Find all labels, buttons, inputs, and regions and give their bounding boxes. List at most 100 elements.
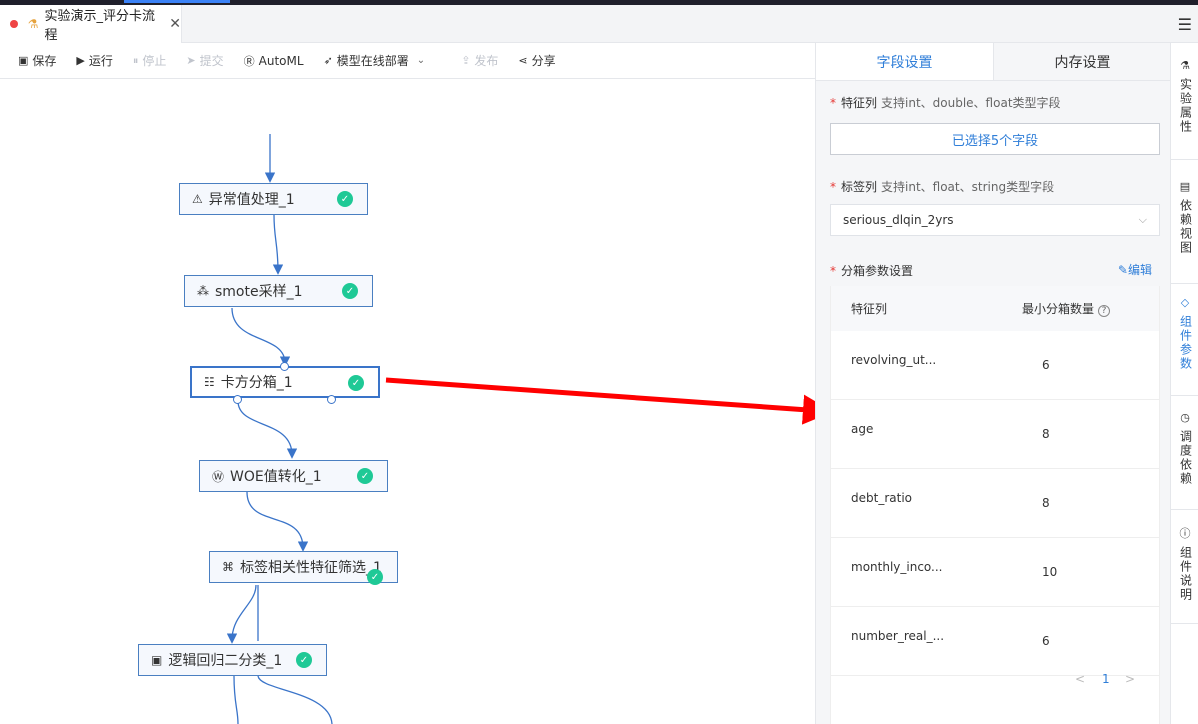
share-button[interactable]: ⋖ 分享 — [518, 52, 555, 69]
edge-5-6 — [226, 584, 257, 644]
workflow-canvas[interactable]: ⚠ 异常值处理_1 ✓ ⁂ smote采样_1 ✓ ☷ 卡方分箱_1 ✓ Ⓦ W… — [0, 79, 815, 724]
node-outlier[interactable]: ⚠ 异常值处理_1 ✓ — [179, 183, 368, 215]
info-icon: ⓘ — [1179, 527, 1191, 540]
help-icon[interactable]: ? — [1098, 305, 1111, 317]
success-check-icon: ✓ — [337, 191, 353, 207]
binning-title: 分箱参数设置 — [841, 264, 914, 278]
binning-icon: ☷ — [204, 375, 215, 389]
label-col-title: 标签列 — [841, 180, 878, 194]
next-page-icon[interactable]: > — [1125, 672, 1135, 686]
edit-label: 编辑 — [1127, 263, 1152, 277]
binning-label: * 分箱参数设置 — [830, 262, 913, 279]
table-row: debt_ratio 8 — [831, 469, 1159, 538]
table-header: 特征列 最小分箱数量? — [831, 286, 1159, 331]
warning-icon: ⚠ — [192, 192, 203, 206]
run-button[interactable]: ▶ 运行 — [76, 52, 112, 69]
save-button[interactable]: ▣ 保存 — [18, 52, 56, 69]
select-fields-button[interactable]: 已选择5个字段 — [830, 123, 1160, 155]
edge-2-3 — [231, 307, 291, 367]
required-mark: * — [830, 180, 836, 194]
tag-icon: ⌘ — [222, 560, 234, 574]
unsaved-dot-icon — [10, 20, 18, 28]
submit-button[interactable]: ➤ 提交 — [186, 52, 223, 69]
rail-component-docs[interactable]: ⓘ 组件说明 — [1171, 525, 1198, 602]
header-feature: 特征列 — [851, 302, 888, 316]
node-label: smote采样_1 — [215, 284, 303, 300]
label-col-select[interactable]: serious_dlqin_2yrs ⌵ — [830, 204, 1160, 236]
node-smote[interactable]: ⁂ smote采样_1 ✓ — [184, 275, 373, 307]
prev-page-icon[interactable]: < — [1075, 672, 1085, 686]
pencil-icon: ✎ — [1117, 263, 1128, 277]
edge-6b-down — [257, 675, 333, 724]
node-label-corr[interactable]: ⌘ 标签相关性特征筛选_1 ✓ — [209, 551, 398, 585]
edge-4-5 — [246, 491, 309, 552]
robot-icon: ▣ — [151, 653, 163, 667]
header-min-bins: 最小分箱数量? — [1022, 300, 1111, 317]
share-label: 分享 — [531, 54, 556, 68]
label-col-value: serious_dlqin_2yrs — [843, 213, 954, 227]
table-icon: ▤ — [1179, 180, 1191, 193]
required-mark: * — [830, 96, 836, 110]
rail-component-params[interactable]: ◇ 组件参数 — [1171, 294, 1198, 371]
close-icon[interactable]: ✕ — [169, 16, 181, 32]
feature-col-label: * 特征列 支持int、double、float类型字段 — [830, 94, 1061, 111]
deploy-dropdown[interactable]: ➶ 模型在线部署 ⌄ — [324, 52, 426, 69]
pagination: < 1 > — [831, 658, 1161, 688]
edges-layer — [226, 134, 815, 724]
sampling-icon: ⁂ — [197, 284, 209, 298]
binning-table: 特征列 最小分箱数量? revolving_ut... 6 age 8 debt_r… — [830, 286, 1160, 724]
edit-link[interactable]: ✎编辑 — [1118, 261, 1152, 278]
rail-schedule-deps[interactable]: ◷ 调度依赖 — [1171, 409, 1198, 486]
stop-button[interactable]: ⏸ 停止 — [133, 52, 167, 69]
success-check-icon: ✓ — [367, 569, 383, 585]
page-number[interactable]: 1 — [1102, 672, 1110, 686]
rail-label: 实验属性 — [1178, 78, 1193, 134]
panel-tabs: 字段设置 内存设置 — [816, 43, 1171, 81]
node-label: WOE值转化_1 — [230, 469, 322, 485]
chevron-down-icon: ⌵ — [1138, 213, 1147, 226]
edge-6-down — [233, 675, 239, 724]
experiment-tab[interactable]: ⚗ 实验演示_评分卡流程 ✕ — [0, 5, 182, 43]
table-row: age 8 — [831, 400, 1159, 469]
top-accent — [124, 0, 230, 3]
node-logreg[interactable]: ▣ 逻辑回归二分类_1 ✓ — [138, 644, 327, 676]
list-icon[interactable]: ☰ — [1178, 15, 1192, 34]
stop-label: 停止 — [142, 54, 167, 68]
node-label: 逻辑回归二分类_1 — [168, 653, 283, 669]
tab-memory-settings[interactable]: 内存设置 — [994, 43, 1171, 80]
cell-min-bins: 10 — [1042, 565, 1058, 579]
rail-label: 组件说明 — [1178, 546, 1193, 602]
table-row: revolving_ut... 6 — [831, 331, 1159, 400]
automl-icon: Ⓡ — [243, 54, 255, 68]
label-col-label: * 标签列 支持int、float、string类型字段 — [830, 178, 1054, 195]
header-min-bins-text: 最小分箱数量 — [1022, 302, 1095, 316]
rail-experiment-props[interactable]: ⚗ 实验属性 — [1171, 57, 1198, 134]
tag-icon: ◇ — [1180, 296, 1190, 309]
annotation-arrow — [385, 377, 815, 425]
cell-min-bins: 8 — [1042, 427, 1050, 441]
cell-min-bins: 6 — [1042, 358, 1050, 372]
tab-bar: ⚗ 实验演示_评分卡流程 ✕ ☰ — [0, 5, 1198, 43]
publish-icon: ⇪ — [461, 54, 471, 67]
cell-min-bins: 8 — [1042, 496, 1050, 510]
toolbar: ▣ 保存 ▶ 运行 ⏸ 停止 ➤ 提交 Ⓡ AutoML ➶ 模型在线部署 ⌄ ⇪ 发布 ⋖ 分享 — [0, 43, 815, 79]
input-port[interactable] — [280, 362, 289, 371]
publish-button[interactable]: ⇪ 发布 — [461, 52, 498, 69]
rail-dependency-view[interactable]: ▤ 依赖视图 — [1171, 178, 1198, 255]
success-check-icon: ✓ — [357, 468, 373, 484]
automl-label: AutoML — [258, 53, 304, 68]
node-label: 标签相关性特征筛选_1 — [240, 560, 382, 576]
properties-panel: 字段设置 内存设置 * 特征列 支持int、double、float类型字段 已选择… — [815, 43, 1171, 724]
run-label: 运行 — [88, 54, 113, 68]
success-check-icon: ✓ — [348, 375, 364, 391]
chevron-down-icon: ⌄ — [416, 55, 426, 66]
node-label: 异常值处理_1 — [208, 192, 295, 208]
output-port[interactable] — [327, 395, 336, 404]
edge-3-4 — [237, 400, 298, 459]
required-mark: * — [830, 264, 836, 278]
automl-button[interactable]: Ⓡ AutoML — [244, 53, 304, 69]
cell-feature: age — [851, 422, 874, 436]
output-port[interactable] — [233, 395, 242, 404]
tab-field-settings[interactable]: 字段设置 — [816, 43, 994, 80]
node-woe[interactable]: Ⓦ WOE值转化_1 ✓ — [199, 460, 388, 492]
